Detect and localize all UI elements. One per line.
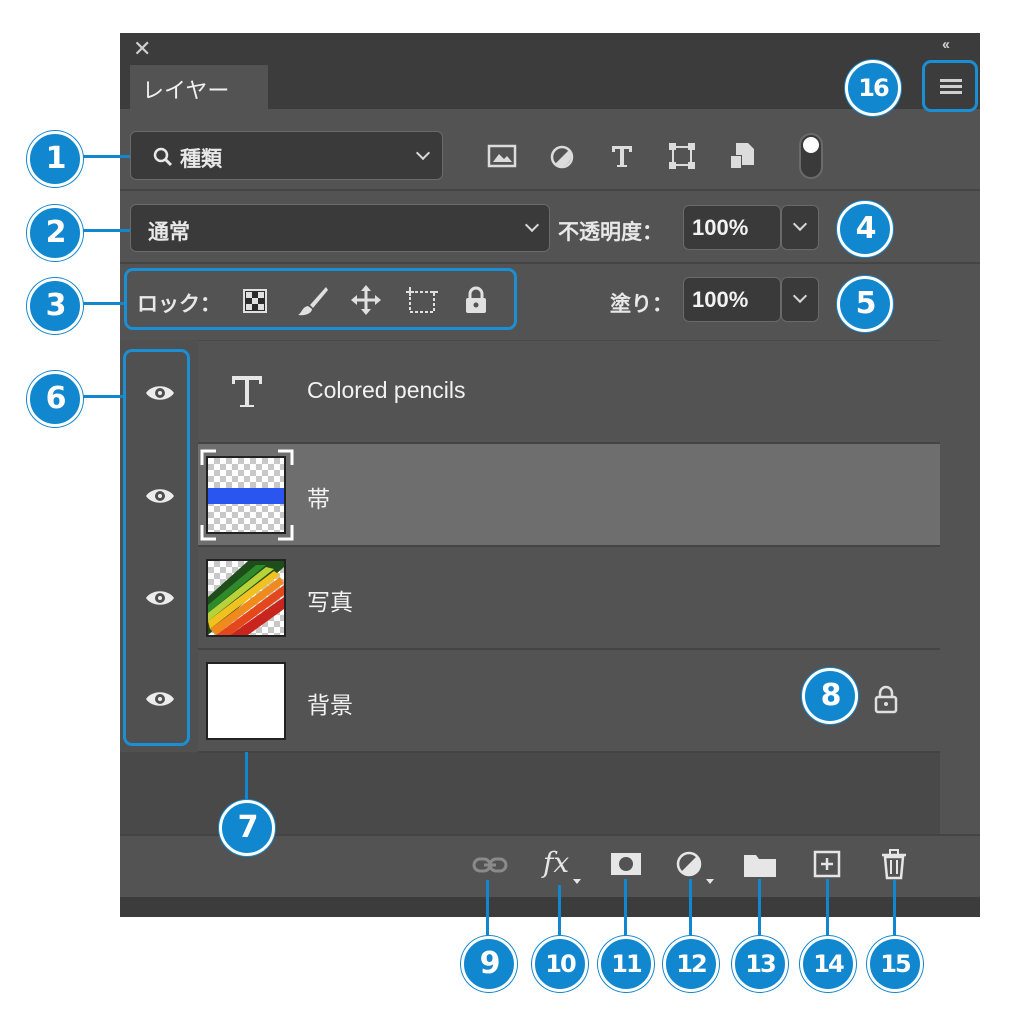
fx-icon[interactable]: fx (543, 846, 569, 879)
visibility-highlight (123, 349, 190, 746)
scrollbar[interactable] (940, 340, 980, 834)
selection-brackets-icon (200, 449, 294, 541)
callout-badge: 8 (802, 668, 858, 724)
callout-badge: 3 (27, 278, 83, 334)
layer-name: 写真 (307, 589, 353, 615)
callout-badge: 4 (837, 201, 893, 257)
panel-menu-button[interactable] (922, 60, 978, 112)
layer-name: 背景 (307, 692, 353, 718)
callout-badge: 12 (663, 936, 719, 992)
smart-object-filter-icon[interactable] (728, 141, 756, 171)
callout-badge: 9 (461, 936, 517, 992)
opacity-input[interactable]: 100% (683, 205, 781, 250)
layer-row[interactable]: Colored pencils (198, 341, 940, 444)
filter-toggle-icon[interactable] (798, 132, 824, 180)
new-layer-icon[interactable] (812, 849, 842, 879)
lock-all-icon[interactable] (462, 284, 490, 316)
lock-artboard-icon[interactable] (404, 284, 440, 316)
layer-thumbnail (206, 559, 286, 637)
layer-row[interactable]: 写真 (198, 547, 940, 650)
dropdown-triangle-icon (573, 879, 581, 884)
link-icon[interactable] (472, 853, 508, 877)
panel-titlebar (120, 33, 980, 65)
mask-icon[interactable] (609, 851, 643, 877)
callout-badge: 5 (837, 276, 893, 332)
callout-line (624, 879, 627, 940)
layer-row[interactable]: 帯 (198, 444, 940, 547)
callout-badge: 2 (27, 205, 83, 261)
fill-label: 塗り： (610, 293, 673, 316)
callout-line (893, 880, 896, 940)
panel-resize-strip[interactable] (120, 897, 980, 917)
callout-badge: 6 (27, 371, 83, 427)
callout-line (78, 395, 123, 398)
hamburger-icon (940, 79, 962, 97)
layer-thumbnail (206, 662, 286, 740)
callout-badge: 11 (598, 936, 654, 992)
fill-input[interactable]: 100% (683, 277, 781, 322)
callout-badge: 10 (532, 936, 588, 992)
callout-badge: 14 (800, 936, 856, 992)
lock-image-icon[interactable] (296, 285, 330, 317)
layer-name: 帯 (307, 486, 330, 512)
lock-position-icon[interactable] (350, 284, 382, 316)
callout-line (486, 880, 489, 940)
callout-line (78, 302, 124, 305)
trash-icon[interactable] (879, 848, 909, 880)
layer-name: Colored pencils (307, 377, 466, 403)
filter-kind-select[interactable] (130, 131, 443, 180)
callout-line (758, 879, 761, 940)
tab-layers[interactable]: レイヤー (130, 65, 268, 110)
callout-badge: 7 (219, 800, 275, 856)
photo-thumbnail-image (208, 561, 284, 635)
opacity-label: 不透明度： (558, 221, 663, 244)
lock-transparent-icon[interactable] (242, 288, 268, 314)
callout-line (826, 879, 829, 940)
callout-line (245, 752, 248, 802)
filter-kind-label: 種類 (180, 148, 222, 171)
lock-label: ロック： (137, 293, 221, 316)
adjustment-icon[interactable] (675, 850, 705, 878)
callout-badge: 16 (845, 60, 901, 116)
search-icon (153, 147, 173, 167)
callout-line (558, 885, 561, 940)
blend-mode-value: 通常 (148, 221, 190, 244)
callout-line (689, 879, 692, 940)
dropdown-triangle-icon (706, 879, 714, 884)
type-filter-icon[interactable] (608, 142, 636, 170)
callout-badge: 1 (27, 131, 83, 187)
close-icon[interactable]: ✕ (133, 38, 151, 60)
divider (120, 189, 980, 191)
callout-line (78, 155, 130, 158)
callout-line (78, 229, 130, 232)
shape-filter-icon[interactable] (667, 141, 697, 171)
callout-badge: 13 (732, 936, 788, 992)
collapse-icon[interactable]: ‹‹ (942, 37, 950, 52)
adjustment-filter-icon[interactable] (548, 143, 576, 171)
layer-lock-icon[interactable] (872, 683, 900, 715)
folder-icon[interactable] (742, 851, 778, 879)
divider (120, 262, 980, 264)
text-layer-icon (232, 376, 262, 407)
image-filter-icon[interactable] (487, 143, 517, 169)
blend-mode-select[interactable] (130, 204, 550, 252)
callout-badge: 15 (867, 936, 923, 992)
